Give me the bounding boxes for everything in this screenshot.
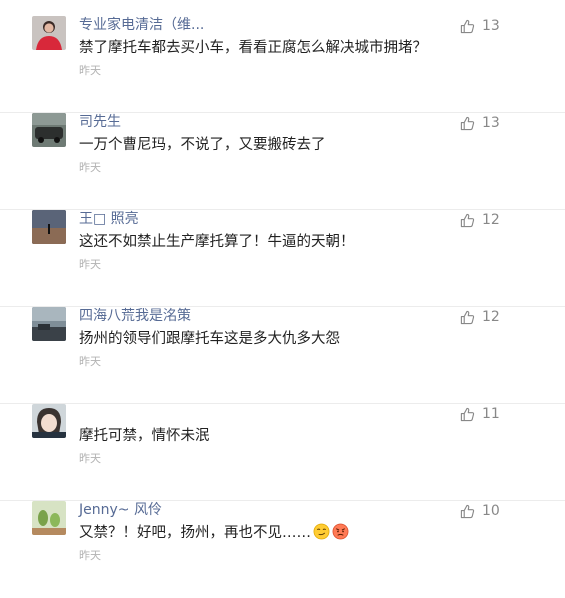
comment-author[interactable]: 专业家电清洁（维... <box>79 15 204 35</box>
like-count: 13 <box>482 115 500 131</box>
like-count: 12 <box>482 212 500 228</box>
thumbs-up-icon <box>460 116 475 130</box>
comment-time: 昨天 <box>79 258 101 271</box>
comment-time: 昨天 <box>79 64 101 77</box>
comment-item: 专业家电清洁（维... 禁了摩托车都去买小车，看看正腐怎么解决城市拥堵？ 昨天 … <box>0 16 565 113</box>
comment-author[interactable]: Jenny~ 风伶 <box>79 500 162 520</box>
thumbs-up-icon <box>460 310 475 324</box>
comment-author[interactable]: 四海八荒我是洺策 <box>79 306 191 326</box>
comment-text: 这还不如禁止生产摩托算了！牛逼的天朝！ <box>79 234 355 250</box>
thumbs-up-icon <box>460 213 475 227</box>
avatar[interactable] <box>32 501 66 535</box>
comment-time: 昨天 <box>79 161 101 174</box>
comment-text-body: 又禁？！好吧，扬州，再也不见…… <box>79 525 311 541</box>
comment-time: 昨天 <box>79 549 101 562</box>
like-button[interactable]: 13 <box>460 113 500 133</box>
avatar[interactable] <box>32 113 66 147</box>
angry-emoji <box>332 523 349 547</box>
like-count: 10 <box>482 503 500 519</box>
thumbs-up-icon <box>460 504 475 518</box>
comment-item: Jenny~ 风伶 又禁？！好吧，扬州，再也不见…… 昨天 10 <box>0 501 565 598</box>
comment-item: 王□ 照亮 这还不如禁止生产摩托算了！牛逼的天朝！ 昨天 12 <box>0 210 565 307</box>
comment-text: 禁了摩托车都去买小车，看看正腐怎么解决城市拥堵？ <box>79 40 427 56</box>
comment-item: 四海八荒我是洺策 扬州的领导们跟摩托车这是多大仇多大怨 昨天 12 <box>0 307 565 404</box>
comment-time: 昨天 <box>79 452 101 465</box>
comment-text: 又禁？！好吧，扬州，再也不见…… <box>79 522 349 547</box>
comment-time: 昨天 <box>79 355 101 368</box>
avatar[interactable] <box>32 307 66 341</box>
comment-text: 扬州的领导们跟摩托车这是多大仇多大怨 <box>79 331 340 347</box>
like-button[interactable]: 12 <box>460 307 500 327</box>
like-button[interactable]: 12 <box>460 210 500 230</box>
thumbs-up-icon <box>460 407 475 421</box>
comment-text: 摩托可禁，情怀未泯 <box>79 428 210 444</box>
like-count: 13 <box>482 18 500 34</box>
like-count: 12 <box>482 309 500 325</box>
comment-list: 专业家电清洁（维... 禁了摩托车都去买小车，看看正腐怎么解决城市拥堵？ 昨天 … <box>0 0 565 572</box>
comment-author[interactable]: 司先生 <box>79 112 121 132</box>
comment-author[interactable]: 王□ 照亮 <box>79 209 139 229</box>
like-button[interactable]: 13 <box>460 16 500 36</box>
comment-item: 摩托可禁，情怀未泯 昨天 11 <box>0 404 565 501</box>
thumbs-up-icon <box>460 19 475 33</box>
avatar[interactable] <box>32 210 66 244</box>
like-button[interactable]: 11 <box>460 404 500 424</box>
comment-text: 一万个曹尼玛，不说了，又要搬砖去了 <box>79 137 326 153</box>
like-count: 11 <box>482 406 500 422</box>
comment-item: 司先生 一万个曹尼玛，不说了，又要搬砖去了 昨天 13 <box>0 113 565 210</box>
smirk-emoji <box>313 523 330 547</box>
like-button[interactable]: 10 <box>460 501 500 521</box>
avatar[interactable] <box>32 16 66 50</box>
avatar[interactable] <box>32 404 66 438</box>
